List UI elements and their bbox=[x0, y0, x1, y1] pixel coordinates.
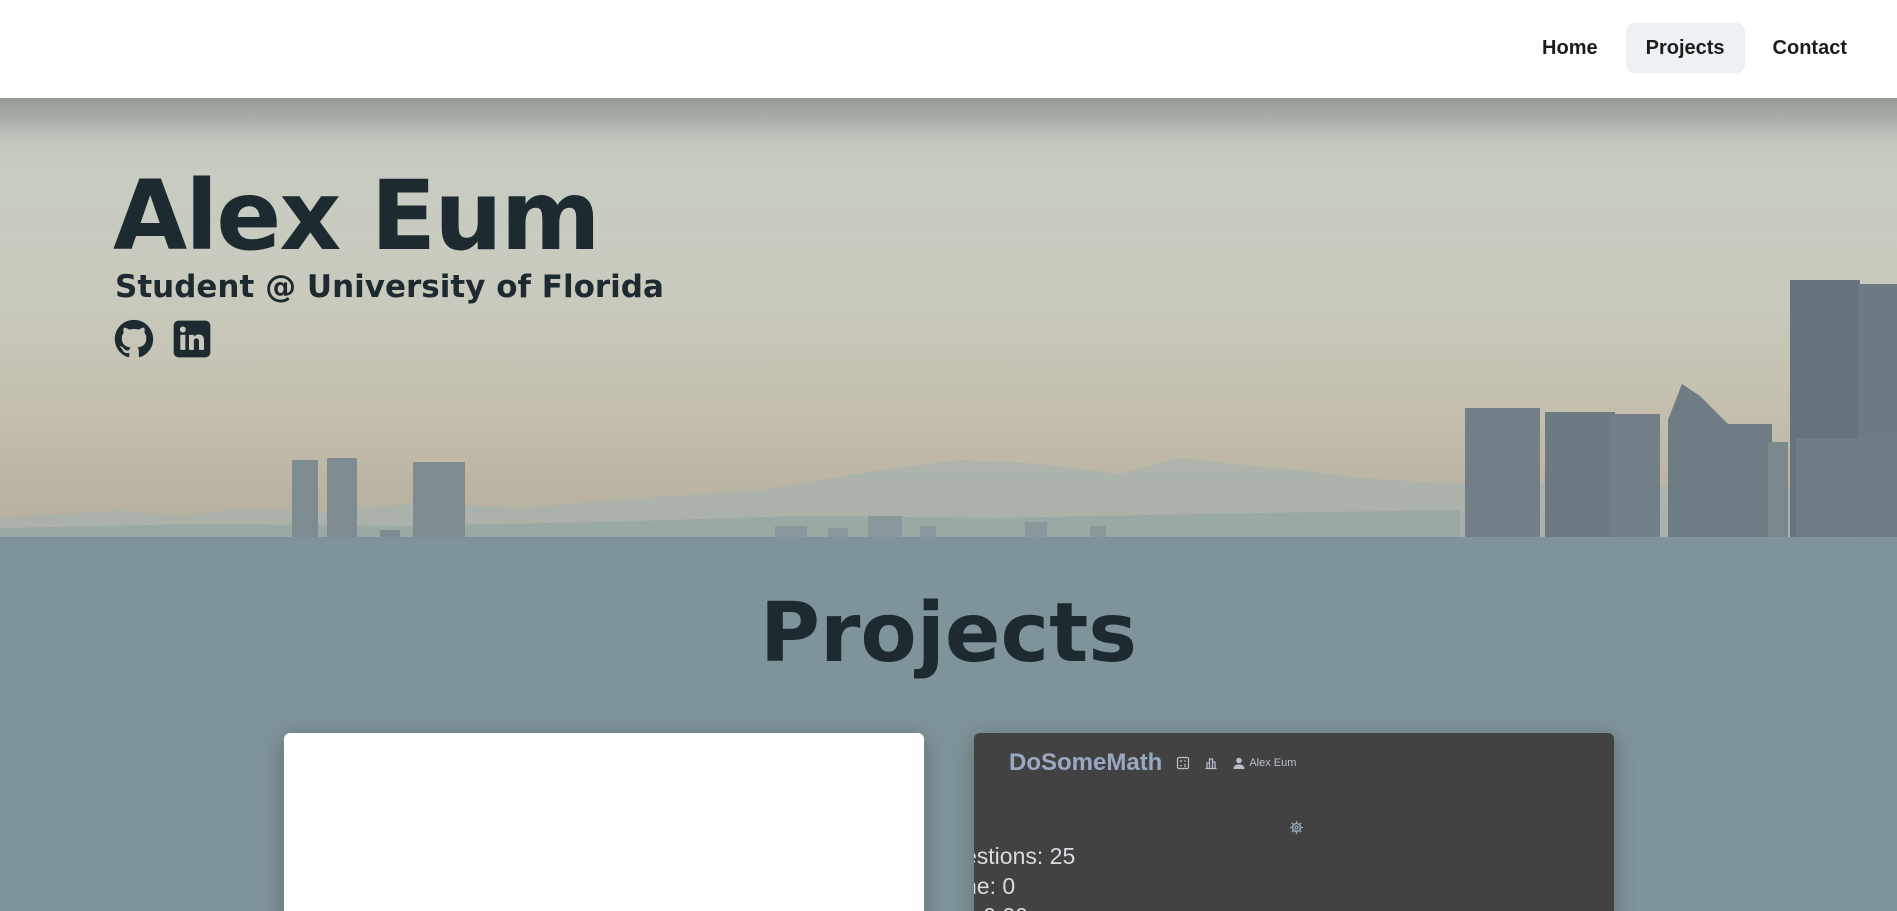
nav-home-link[interactable]: Home bbox=[1522, 23, 1618, 73]
project-card-dosomemath[interactable]: DoSomeMath Alex Eum estions: 25 ne: 0 t:… bbox=[974, 733, 1614, 911]
stat-questions: estions: 25 bbox=[974, 843, 1076, 869]
bar-chart-icon[interactable] bbox=[1204, 756, 1218, 770]
hero-subtitle: Student @ University of Florida bbox=[115, 269, 664, 305]
stat-time: ne: 0 bbox=[974, 873, 1016, 899]
projects-heading: Projects bbox=[759, 586, 1138, 681]
nav-projects-link[interactable]: Projects bbox=[1625, 23, 1745, 73]
linkedin-icon[interactable] bbox=[172, 319, 212, 359]
app-header: DoSomeMath Alex Eum bbox=[1009, 749, 1296, 777]
hero-banner: Alex Eum Student @ University of Florida bbox=[0, 98, 1897, 537]
social-links bbox=[114, 319, 212, 359]
hero-name: Alex Eum bbox=[113, 160, 601, 272]
settings-gear-icon[interactable] bbox=[1289, 820, 1304, 835]
github-icon[interactable] bbox=[114, 319, 154, 359]
app-title[interactable]: DoSomeMath bbox=[1009, 749, 1162, 777]
user-menu[interactable]: Alex Eum bbox=[1232, 756, 1296, 770]
nav-contact-link[interactable]: Contact bbox=[1753, 23, 1867, 73]
top-navbar: Home Projects Contact bbox=[0, 0, 1897, 98]
user-icon bbox=[1233, 757, 1245, 769]
calculator-icon[interactable] bbox=[1176, 756, 1190, 770]
nav-links: Home Projects Contact bbox=[1522, 23, 1867, 73]
stat-third: t: 0.00 bbox=[974, 903, 1028, 911]
user-name: Alex Eum bbox=[1249, 757, 1297, 769]
project-card-blank[interactable] bbox=[284, 733, 924, 911]
